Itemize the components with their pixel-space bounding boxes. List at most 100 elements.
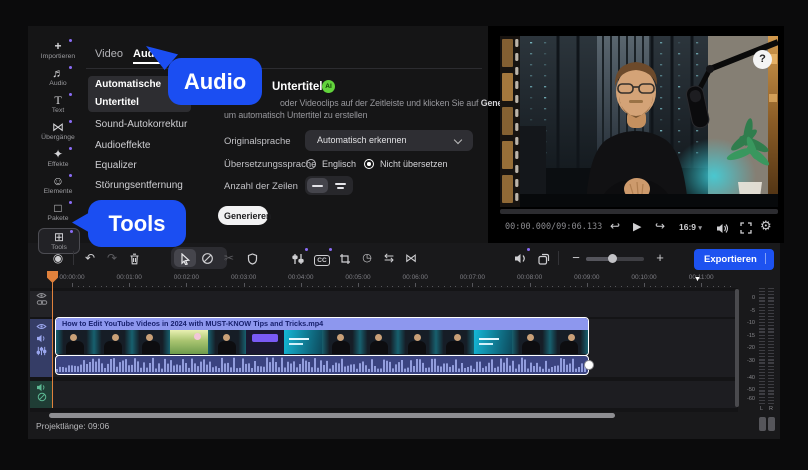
slider-knob[interactable]	[608, 254, 617, 263]
clip-thumbnail	[436, 330, 474, 354]
thumb-body	[66, 341, 84, 354]
meter-led	[768, 300, 774, 301]
meter-led	[759, 338, 765, 339]
ruler-minor-tick	[467, 286, 468, 287]
scissors-icon[interactable]: ✂	[219, 248, 239, 268]
magnet-snap-icon[interactable]	[197, 248, 217, 268]
ruler-minor-tick	[678, 286, 679, 287]
sidebar-item-uebergaenge[interactable]: ⋈ Übergänge	[38, 121, 78, 141]
clip-thumbnail	[360, 330, 398, 354]
clip-thumbnail	[170, 330, 208, 354]
sidebar-item-importieren[interactable]: + Importieren	[38, 40, 78, 60]
timeline-ruler[interactable]: 00:00:0000:01:0000:02:0000:03:0000:04:00…	[30, 271, 737, 288]
play-button[interactable]: ▶	[633, 220, 641, 233]
video-preview-frame[interactable]	[500, 36, 778, 207]
ruler-minor-tick	[135, 286, 136, 287]
ruler-minor-tick	[278, 286, 279, 287]
meter-led	[768, 331, 774, 332]
ruler-minor-tick	[604, 286, 605, 287]
timeline-zoom-slider[interactable]	[586, 257, 644, 261]
meter-led	[759, 356, 765, 357]
transition-bowtie-icon[interactable]: ⋈	[401, 248, 421, 268]
delete-icon[interactable]	[124, 248, 144, 268]
radio-englisch-label[interactable]: Englisch	[322, 159, 356, 169]
menu-item-equalizer[interactable]: Equalizer	[88, 157, 188, 175]
ruler-minor-tick	[83, 286, 84, 287]
toolbar-divider	[558, 251, 559, 265]
track-mixer-icon[interactable]	[30, 346, 53, 356]
audio-levels-icon[interactable]	[288, 248, 308, 268]
audio-sync-icon[interactable]	[510, 248, 530, 268]
copy-layers-icon[interactable]	[534, 248, 554, 268]
subtitles-cc-icon[interactable]: CC	[312, 248, 332, 268]
video-clip[interactable]: How to Edit YouTube Videos in 2024 with …	[55, 317, 589, 356]
speaker-icon[interactable]	[30, 334, 53, 343]
volume-icon[interactable]	[716, 221, 729, 239]
radio-englisch[interactable]	[306, 159, 316, 169]
eye-icon[interactable]	[30, 292, 53, 299]
eye-icon[interactable]	[30, 323, 53, 330]
redo-icon[interactable]: ↷	[102, 248, 122, 268]
audio-waveform-clip[interactable]	[55, 355, 589, 375]
crop-icon[interactable]	[335, 248, 355, 268]
zoom-in-button[interactable]: +	[650, 248, 670, 268]
ruler-minor-tick	[398, 286, 399, 287]
sidebar-item-text[interactable]: T Text	[38, 94, 78, 114]
preview-progress-bar[interactable]	[500, 209, 778, 214]
meter-led	[759, 307, 765, 308]
ruler-major-tick	[472, 283, 473, 287]
aspect-ratio-selector[interactable]: 16:9 ▾	[679, 222, 702, 232]
meter-led	[759, 397, 765, 398]
jump-back-icon[interactable]: ↩	[610, 219, 620, 233]
lines-count-group	[305, 176, 353, 195]
record-icon[interactable]: ◉	[48, 248, 68, 268]
radio-nicht-uebersetzen-label[interactable]: Nicht übersetzen	[380, 159, 448, 169]
playhead-line[interactable]	[52, 282, 54, 408]
radio-nicht-uebersetzen[interactable]	[364, 159, 374, 169]
zoom-out-button[interactable]: −	[566, 248, 586, 268]
generate-button[interactable]: Generieren	[218, 206, 268, 225]
clip-end-handle[interactable]	[584, 360, 594, 370]
speed-clock-icon[interactable]: ◷	[357, 248, 377, 268]
menu-item-audioeffekte[interactable]: Audioeffekte	[88, 137, 188, 155]
sidebar-item-audio[interactable]: ♬ Audio	[38, 67, 78, 87]
speaker-icon[interactable]	[30, 383, 53, 392]
tab-video[interactable]: Video	[95, 48, 123, 60]
undo-icon[interactable]: ↶	[80, 248, 100, 268]
meter-led	[759, 400, 765, 401]
clip-thumbnail	[550, 330, 588, 354]
sidebar-item-pakete[interactable]: □ Pakete	[38, 202, 78, 222]
track3-lane[interactable]	[53, 381, 737, 408]
thumb-body	[104, 341, 122, 354]
ruler-minor-tick	[392, 286, 393, 287]
menu-item-stoerungsentfernung[interactable]: Störungsentfernung	[88, 177, 188, 195]
reverse-split-icon[interactable]: ⇆	[379, 248, 399, 268]
ruler-minor-tick	[427, 286, 428, 287]
export-button[interactable]: Exportieren▼	[694, 249, 774, 270]
menu-item-sound-autokorrektur[interactable]: Sound-Autokorrektur	[88, 116, 188, 134]
ruler-minor-tick	[375, 286, 376, 287]
ruler-label: 00:09:00	[565, 274, 609, 281]
help-button[interactable]: ?	[753, 50, 772, 69]
original-language-dropdown[interactable]: Automatisch erkennen	[305, 130, 473, 151]
jump-forward-icon[interactable]: ↪	[655, 219, 665, 233]
track1-lane[interactable]	[53, 291, 737, 317]
one-line-button[interactable]	[307, 178, 328, 193]
preview-settings-gear-icon[interactable]: ⚙	[760, 218, 772, 234]
vertical-scrollbar[interactable]	[735, 289, 739, 407]
sidebar-item-elemente[interactable]: ☺ Elemente	[38, 175, 78, 195]
sidebar-item-effekte[interactable]: ✦ Effekte	[38, 148, 78, 168]
unlink-icon[interactable]	[30, 392, 53, 402]
track2-header	[30, 319, 53, 377]
ruler-minor-tick	[404, 286, 405, 287]
marker-shield-icon[interactable]	[242, 248, 262, 268]
ruler-minor-tick	[570, 286, 571, 287]
link-icon[interactable]	[30, 299, 53, 306]
meter-led	[768, 393, 774, 394]
ruler-minor-tick	[501, 286, 502, 287]
fullscreen-icon[interactable]	[740, 221, 752, 239]
cursor-tool-icon[interactable]	[175, 248, 195, 268]
horizontal-scrollbar[interactable]	[49, 413, 615, 418]
two-lines-button[interactable]	[330, 178, 351, 193]
lines-count-label: Anzahl der Zeilen	[224, 181, 298, 192]
